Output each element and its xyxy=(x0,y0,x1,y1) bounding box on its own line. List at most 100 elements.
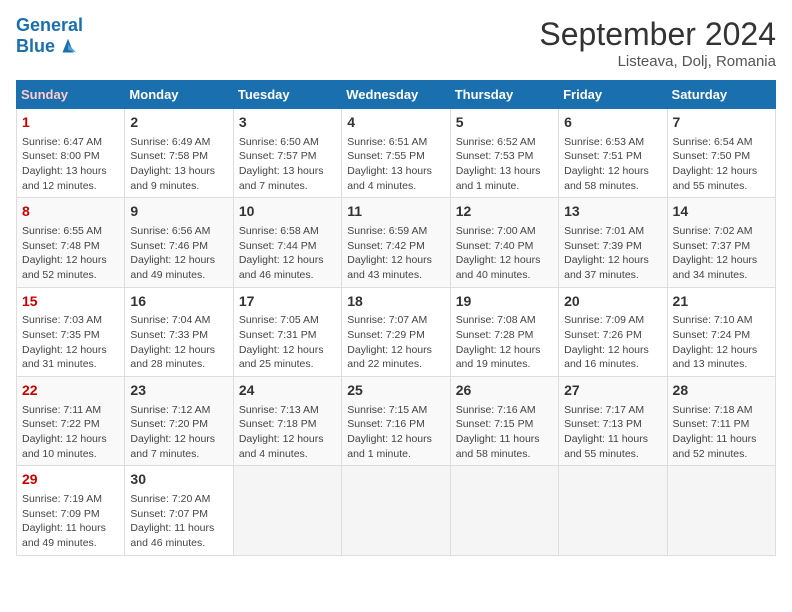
day-number: 11 xyxy=(347,202,444,222)
day-cell-14: 14Sunrise: 7:02 AMSunset: 7:37 PMDayligh… xyxy=(667,198,775,287)
day-number: 12 xyxy=(456,202,553,222)
day-cell-24: 24Sunrise: 7:13 AMSunset: 7:18 PMDayligh… xyxy=(233,377,341,466)
day-info: Sunrise: 7:20 AMSunset: 7:07 PMDaylight:… xyxy=(130,492,227,551)
week-row-1: 1Sunrise: 6:47 AMSunset: 8:00 PMDaylight… xyxy=(17,109,776,198)
header-sunday: Sunday xyxy=(17,81,125,109)
calendar-table: SundayMondayTuesdayWednesdayThursdayFrid… xyxy=(16,80,776,556)
day-number: 20 xyxy=(564,292,661,312)
header-tuesday: Tuesday xyxy=(233,81,341,109)
empty-cell xyxy=(233,466,341,555)
day-number: 5 xyxy=(456,113,553,133)
day-info: Sunrise: 7:03 AMSunset: 7:35 PMDaylight:… xyxy=(22,313,119,372)
day-cell-9: 9Sunrise: 6:56 AMSunset: 7:46 PMDaylight… xyxy=(125,198,233,287)
day-cell-26: 26Sunrise: 7:16 AMSunset: 7:15 PMDayligh… xyxy=(450,377,558,466)
day-cell-5: 5Sunrise: 6:52 AMSunset: 7:53 PMDaylight… xyxy=(450,109,558,198)
day-cell-1: 1Sunrise: 6:47 AMSunset: 8:00 PMDaylight… xyxy=(17,109,125,198)
day-number: 15 xyxy=(22,292,119,312)
day-info: Sunrise: 7:17 AMSunset: 7:13 PMDaylight:… xyxy=(564,403,661,462)
day-number: 18 xyxy=(347,292,444,312)
day-number: 19 xyxy=(456,292,553,312)
week-row-2: 8Sunrise: 6:55 AMSunset: 7:48 PMDaylight… xyxy=(17,198,776,287)
day-number: 6 xyxy=(564,113,661,133)
page-header: General Blue September 2024 Listeava, Do… xyxy=(16,16,776,70)
day-info: Sunrise: 7:16 AMSunset: 7:15 PMDaylight:… xyxy=(456,403,553,462)
day-number: 23 xyxy=(130,381,227,401)
day-number: 28 xyxy=(673,381,770,401)
day-cell-18: 18Sunrise: 7:07 AMSunset: 7:29 PMDayligh… xyxy=(342,287,450,376)
day-cell-16: 16Sunrise: 7:04 AMSunset: 7:33 PMDayligh… xyxy=(125,287,233,376)
week-row-5: 29Sunrise: 7:19 AMSunset: 7:09 PMDayligh… xyxy=(17,466,776,555)
empty-cell xyxy=(342,466,450,555)
day-info: Sunrise: 7:05 AMSunset: 7:31 PMDaylight:… xyxy=(239,313,336,372)
day-info: Sunrise: 6:55 AMSunset: 7:48 PMDaylight:… xyxy=(22,224,119,283)
day-number: 4 xyxy=(347,113,444,133)
day-cell-3: 3Sunrise: 6:50 AMSunset: 7:57 PMDaylight… xyxy=(233,109,341,198)
week-row-4: 22Sunrise: 7:11 AMSunset: 7:22 PMDayligh… xyxy=(17,377,776,466)
logo-icon xyxy=(57,36,79,58)
day-cell-7: 7Sunrise: 6:54 AMSunset: 7:50 PMDaylight… xyxy=(667,109,775,198)
day-number: 26 xyxy=(456,381,553,401)
day-cell-2: 2Sunrise: 6:49 AMSunset: 7:58 PMDaylight… xyxy=(125,109,233,198)
day-cell-20: 20Sunrise: 7:09 AMSunset: 7:26 PMDayligh… xyxy=(559,287,667,376)
day-cell-13: 13Sunrise: 7:01 AMSunset: 7:39 PMDayligh… xyxy=(559,198,667,287)
day-number: 9 xyxy=(130,202,227,222)
day-cell-11: 11Sunrise: 6:59 AMSunset: 7:42 PMDayligh… xyxy=(342,198,450,287)
day-number: 7 xyxy=(673,113,770,133)
month-title: September 2024 xyxy=(539,16,776,53)
day-cell-27: 27Sunrise: 7:17 AMSunset: 7:13 PMDayligh… xyxy=(559,377,667,466)
header-monday: Monday xyxy=(125,81,233,109)
logo-text: General xyxy=(16,16,83,36)
day-cell-29: 29Sunrise: 7:19 AMSunset: 7:09 PMDayligh… xyxy=(17,466,125,555)
day-number: 2 xyxy=(130,113,227,133)
day-cell-21: 21Sunrise: 7:10 AMSunset: 7:24 PMDayligh… xyxy=(667,287,775,376)
day-number: 1 xyxy=(22,113,119,133)
day-number: 13 xyxy=(564,202,661,222)
day-info: Sunrise: 7:18 AMSunset: 7:11 PMDaylight:… xyxy=(673,403,770,462)
day-number: 29 xyxy=(22,470,119,490)
day-cell-22: 22Sunrise: 7:11 AMSunset: 7:22 PMDayligh… xyxy=(17,377,125,466)
day-info: Sunrise: 7:08 AMSunset: 7:28 PMDaylight:… xyxy=(456,313,553,372)
day-number: 10 xyxy=(239,202,336,222)
week-row-3: 15Sunrise: 7:03 AMSunset: 7:35 PMDayligh… xyxy=(17,287,776,376)
day-info: Sunrise: 7:07 AMSunset: 7:29 PMDaylight:… xyxy=(347,313,444,372)
day-info: Sunrise: 7:10 AMSunset: 7:24 PMDaylight:… xyxy=(673,313,770,372)
empty-cell xyxy=(667,466,775,555)
day-info: Sunrise: 6:54 AMSunset: 7:50 PMDaylight:… xyxy=(673,135,770,194)
day-info: Sunrise: 7:04 AMSunset: 7:33 PMDaylight:… xyxy=(130,313,227,372)
day-number: 27 xyxy=(564,381,661,401)
day-info: Sunrise: 7:15 AMSunset: 7:16 PMDaylight:… xyxy=(347,403,444,462)
day-cell-12: 12Sunrise: 7:00 AMSunset: 7:40 PMDayligh… xyxy=(450,198,558,287)
day-info: Sunrise: 7:11 AMSunset: 7:22 PMDaylight:… xyxy=(22,403,119,462)
day-cell-19: 19Sunrise: 7:08 AMSunset: 7:28 PMDayligh… xyxy=(450,287,558,376)
day-cell-23: 23Sunrise: 7:12 AMSunset: 7:20 PMDayligh… xyxy=(125,377,233,466)
day-info: Sunrise: 6:51 AMSunset: 7:55 PMDaylight:… xyxy=(347,135,444,194)
header-friday: Friday xyxy=(559,81,667,109)
header-wednesday: Wednesday xyxy=(342,81,450,109)
day-info: Sunrise: 6:59 AMSunset: 7:42 PMDaylight:… xyxy=(347,224,444,283)
day-info: Sunrise: 6:53 AMSunset: 7:51 PMDaylight:… xyxy=(564,135,661,194)
day-info: Sunrise: 7:01 AMSunset: 7:39 PMDaylight:… xyxy=(564,224,661,283)
day-cell-30: 30Sunrise: 7:20 AMSunset: 7:07 PMDayligh… xyxy=(125,466,233,555)
day-cell-28: 28Sunrise: 7:18 AMSunset: 7:11 PMDayligh… xyxy=(667,377,775,466)
day-number: 25 xyxy=(347,381,444,401)
empty-cell xyxy=(450,466,558,555)
header-saturday: Saturday xyxy=(667,81,775,109)
day-info: Sunrise: 7:00 AMSunset: 7:40 PMDaylight:… xyxy=(456,224,553,283)
day-number: 14 xyxy=(673,202,770,222)
logo-text2: Blue xyxy=(16,37,55,57)
day-number: 3 xyxy=(239,113,336,133)
day-number: 21 xyxy=(673,292,770,312)
day-info: Sunrise: 7:13 AMSunset: 7:18 PMDaylight:… xyxy=(239,403,336,462)
day-info: Sunrise: 7:02 AMSunset: 7:37 PMDaylight:… xyxy=(673,224,770,283)
day-number: 8 xyxy=(22,202,119,222)
day-number: 17 xyxy=(239,292,336,312)
day-info: Sunrise: 7:19 AMSunset: 7:09 PMDaylight:… xyxy=(22,492,119,551)
day-info: Sunrise: 6:50 AMSunset: 7:57 PMDaylight:… xyxy=(239,135,336,194)
day-cell-17: 17Sunrise: 7:05 AMSunset: 7:31 PMDayligh… xyxy=(233,287,341,376)
day-cell-25: 25Sunrise: 7:15 AMSunset: 7:16 PMDayligh… xyxy=(342,377,450,466)
day-cell-10: 10Sunrise: 6:58 AMSunset: 7:44 PMDayligh… xyxy=(233,198,341,287)
day-info: Sunrise: 6:58 AMSunset: 7:44 PMDaylight:… xyxy=(239,224,336,283)
day-info: Sunrise: 6:56 AMSunset: 7:46 PMDaylight:… xyxy=(130,224,227,283)
logo: General Blue xyxy=(16,16,83,58)
day-number: 16 xyxy=(130,292,227,312)
